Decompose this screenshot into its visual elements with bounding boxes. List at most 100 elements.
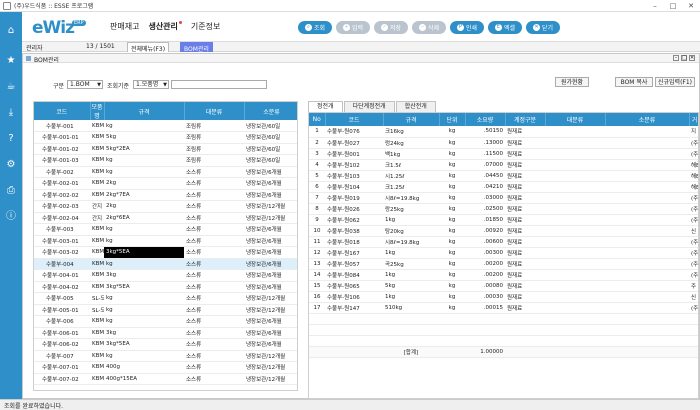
col-no[interactable]: No bbox=[309, 113, 326, 126]
product-row[interactable]: 수불부-006 KBM kg 소스류 냉장보관/6개월 bbox=[34, 315, 297, 328]
product-row[interactable]: 수불부-004-01 KBM 3kg 소스류 냉장보관/6개월 bbox=[34, 269, 297, 282]
component-row[interactable]: 15 수불부-원065 5kg kg .00080 원재료 주 bbox=[309, 280, 698, 292]
close-button[interactable]: ✕ 닫기 bbox=[526, 21, 560, 34]
col-parent[interactable]: 모품명 bbox=[90, 102, 105, 120]
product-row[interactable]: 수불부-003-02 KBM 3kg*5EA 소스류 냉장보관/6개월 bbox=[34, 246, 297, 259]
menu-sales-stock[interactable]: 판매재고 bbox=[110, 21, 139, 32]
component-grid[interactable]: No 코드 규격 단위 소요량 계정구분 대분류 소분류 거 1 수불부-원076… bbox=[308, 112, 699, 399]
product-row[interactable]: 수불부-007-01 KBM 400g 소스류 냉장보관/12개월 bbox=[34, 361, 297, 374]
add-button[interactable]: + 입력 bbox=[336, 21, 370, 34]
product-row[interactable]: 수불부-001-03 KBM kg 조림류 냉장보관/60일 bbox=[34, 154, 297, 167]
product-row[interactable]: 수불부-002-04 간지 2kg*6EA 소스류 냉장보관/12개월 bbox=[34, 212, 297, 224]
col-unit[interactable]: 단위 bbox=[439, 113, 466, 126]
component-row[interactable]: 17 수불부-원147 510kg kg .00015 원재료 (주 bbox=[309, 302, 698, 314]
col-category[interactable]: 대분류 bbox=[545, 113, 606, 126]
product-row[interactable]: 수불부-001-01 KBM 5kg 조림류 냉장보관/60일 bbox=[34, 131, 297, 144]
col-spec[interactable]: 규격 bbox=[383, 113, 440, 126]
product-row[interactable]: 수불부-002-03 간지 2kg 소스류 냉장보관/12개월 bbox=[34, 200, 297, 213]
component-row[interactable]: 3 수불부-원001 백1kg kg .11500 원재료 (주 bbox=[309, 148, 698, 160]
component-row[interactable]: 11 수불부-원018 시8ℓ=19.8kg kg .00600 원재료 (주 bbox=[309, 236, 698, 248]
product-cell: 소스류 bbox=[184, 235, 244, 247]
product-row[interactable]: 수불부-002-01 KBM 2kg 소스류 냉장보관/6개월 bbox=[34, 177, 297, 190]
col-qty[interactable]: 소요량 bbox=[465, 113, 506, 126]
col-code[interactable]: 코드 bbox=[34, 102, 91, 120]
tab-multilevel[interactable]: 다단계정전개 bbox=[343, 101, 395, 112]
tab-all-menu[interactable]: 전체메뉴(F3) bbox=[127, 42, 170, 53]
product-cell: KBM bbox=[90, 189, 104, 201]
component-row[interactable]: 12 수불부-원167 1kg kg .00300 원재료 (주 bbox=[309, 247, 698, 259]
component-row[interactable]: 16 수불부-원106 1kg kg .00030 원재료 신 bbox=[309, 291, 698, 303]
product-cell: 소스류 bbox=[184, 292, 244, 305]
product-row[interactable]: 수불부-006-01 KBM 3kg 소스류 냉장보관/6개월 bbox=[34, 327, 297, 339]
help-icon[interactable]: ? bbox=[4, 132, 18, 146]
excel-button[interactable]: E 엑셀 bbox=[488, 21, 522, 34]
printer-icon[interactable]: ⎙ bbox=[4, 184, 18, 198]
star-icon[interactable]: ★ bbox=[4, 54, 18, 68]
info-icon[interactable]: ⓘ bbox=[4, 210, 18, 224]
component-row[interactable]: 2 수불부-원027 렁24kg kg .13000 원재료 (주 bbox=[309, 137, 698, 149]
product-row[interactable]: 수불부-003 KBM kg 소스류 냉장보관/6개월 bbox=[34, 223, 297, 236]
product-row[interactable]: 수불부-005-01SL-도kg소스류냉장보관/12개월 bbox=[34, 304, 297, 316]
tab-forward[interactable]: 정전개 bbox=[308, 101, 343, 112]
component-row[interactable]: 9 수불부-원062 1kg kg .01850 원재료 (주 bbox=[309, 214, 698, 226]
col-subcategory[interactable]: 소분류 bbox=[244, 102, 297, 120]
component-row[interactable]: 14 수불부-원084 1kg kg .00200 원재료 (주 bbox=[309, 269, 698, 281]
col-account[interactable]: 계정구분 bbox=[505, 113, 546, 126]
component-row[interactable]: 13 수불부-원057 곡25kg kg .00200 원재료 (주 bbox=[309, 258, 698, 270]
product-row[interactable]: 수불부-001 KBM kg 조림류 냉장보관/60일 bbox=[34, 120, 297, 132]
child-minimize-button[interactable]: – bbox=[673, 55, 679, 61]
component-row[interactable]: 10 수불부-원038 탕20kg kg .00920 원재료 신 bbox=[309, 225, 698, 237]
product-row[interactable]: 수불부-007 KBM kg 소스류 냉장보관/12개월 bbox=[34, 350, 297, 362]
print-button[interactable]: P 인쇄 bbox=[450, 21, 484, 34]
component-row[interactable]: 5 수불부-원103 시1.25ℓ kg .04450 원재료 해E bbox=[309, 170, 698, 182]
search-input[interactable] bbox=[171, 80, 267, 89]
delete-button[interactable]: − 삭제 bbox=[412, 21, 446, 34]
menu-master-data[interactable]: 기준정보 bbox=[191, 21, 220, 32]
gear-icon[interactable]: ⚙ bbox=[4, 158, 18, 172]
criteria-select[interactable]: 1.모품명 ▼ bbox=[133, 80, 169, 89]
product-row[interactable]: 수불부-006-02 KBM 3kg*5EA 소스류 냉장보관/6개월 bbox=[34, 338, 297, 351]
product-cell: 소스류 bbox=[184, 315, 244, 328]
col-vendor[interactable]: 거 bbox=[689, 113, 698, 126]
component-row[interactable]: 4 수불부-원102 크1.5ℓ kg .07000 원재료 해E bbox=[309, 159, 698, 171]
maximize-button[interactable]: □ bbox=[664, 2, 682, 10]
new-entry-button[interactable]: 신규입력(F1) bbox=[655, 77, 695, 87]
product-cell: 수불부-002-02 bbox=[34, 189, 90, 201]
save-button[interactable]: ✓ 저장 bbox=[374, 21, 408, 34]
col-category[interactable]: 대분류 bbox=[184, 102, 245, 120]
cost-status-button[interactable]: 원가현황 bbox=[555, 77, 589, 87]
product-row[interactable]: 수불부-001-02 KBM 5kg*2EA 조림류 냉장보관/60일 bbox=[34, 143, 297, 155]
component-row[interactable]: 7 수불부-원019 시8ℓ=19.8kg kg .03000 원재료 (주 bbox=[309, 192, 698, 204]
coffee-icon[interactable]: ☕ bbox=[4, 80, 18, 94]
product-row[interactable]: 수불부-004-02 KBM 3kg*5EA 소스류 냉장보관/6개월 bbox=[34, 281, 297, 293]
tab-summed[interactable]: 합산전개 bbox=[395, 101, 436, 112]
component-row[interactable]: 6 수불부-원104 크1.25ℓ kg .04210 원재료 해E bbox=[309, 181, 698, 193]
download-icon[interactable]: ⤓ bbox=[4, 106, 18, 120]
col-code[interactable]: 코드 bbox=[325, 113, 384, 126]
bom-copy-button[interactable]: BOM 복사 bbox=[615, 77, 653, 87]
menu-production[interactable]: 생산관리 bbox=[148, 21, 182, 32]
product-grid[interactable]: 코드 모품명 규격 대분류 소분류 수불부-001 KBM kg 조림류 냉장보관/60… bbox=[33, 101, 298, 391]
product-row[interactable]: 수불부-004 KBM kg 소스류 냉장보관/6개월 bbox=[34, 258, 297, 270]
query-button[interactable]: ⌕ 조회 bbox=[298, 21, 332, 34]
child-maximize-button[interactable]: □ bbox=[681, 55, 687, 61]
col-subcategory[interactable]: 소분류 bbox=[605, 113, 690, 126]
component-cell: 2 bbox=[309, 137, 325, 149]
product-row[interactable]: 수불부-002 KBM kg 소스류 냉장보관/6개월 bbox=[34, 166, 297, 178]
home-icon[interactable]: ⌂ bbox=[4, 24, 18, 38]
close-window-button[interactable]: ✕ bbox=[682, 2, 700, 10]
component-row[interactable]: 1 수불부-원076 크16kg kg .50150 원재료 지 bbox=[309, 126, 698, 138]
minimize-button[interactable]: – bbox=[646, 2, 664, 10]
product-row[interactable]: 수불부-005SL-도kg소스류냉장보관/12개월 bbox=[34, 292, 297, 305]
component-row[interactable]: 8 수불부-원026 랑25kg kg .02500 원재료 (주 bbox=[309, 203, 698, 215]
product-cell: SL-도 bbox=[90, 292, 104, 305]
product-row[interactable]: 수불부-007-02 KBM 400g*15EA 소스류 냉장보관/12개월 bbox=[34, 373, 297, 385]
empty-cell bbox=[465, 324, 505, 336]
product-row[interactable]: 수불부-003-01 KBM kg 소스류 냉장보관/6개월 bbox=[34, 235, 297, 247]
type-select[interactable]: 1.BOM ▼ bbox=[67, 80, 103, 89]
total-value: 1.00000 bbox=[465, 346, 505, 358]
col-spec[interactable]: 규격 bbox=[104, 102, 185, 120]
tab-bom[interactable]: BOM관리 bbox=[180, 42, 213, 53]
child-close-button[interactable]: ✕ bbox=[689, 55, 695, 61]
product-row[interactable]: 수불부-002-02 KBM 2kg*7EA 소스류 냉장보관/6개월 bbox=[34, 189, 297, 201]
